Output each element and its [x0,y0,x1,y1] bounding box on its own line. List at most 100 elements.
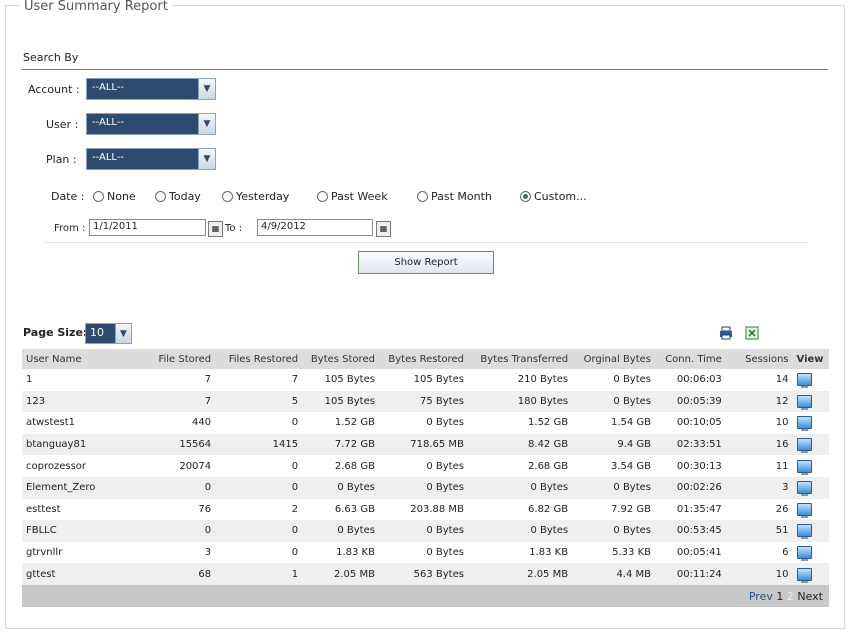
user-select[interactable]: --ALL-- ▼ [86,113,216,135]
next-link[interactable]: Next [797,590,823,603]
cell-files-restored: 0 [215,520,303,542]
pager-bar: Prev 1 2 Next [22,585,829,607]
radio-label: Past Month [431,190,492,203]
col-user-name[interactable]: User Name [22,349,147,369]
cell-original-bytes: 1.54 GB [610,417,652,429]
monitor-icon[interactable] [796,459,812,475]
monitor-icon[interactable] [796,394,812,410]
chevron-down-icon[interactable]: ▼ [115,324,131,343]
cell-bytes-transferred: 0 Bytes [467,520,573,542]
cell-files-restored: 7 [291,374,299,386]
table-row: 123 7 5 105 Bytes 75 Bytes 180 Bytes 0 Bytes 00… [22,390,829,413]
plan-select[interactable]: --ALL-- ▼ [86,148,216,170]
cell-bytes-restored: 718.65 MB [378,433,468,456]
monitor-icon[interactable] [796,481,812,497]
radio-icon[interactable] [317,191,328,202]
cell-original-bytes: 3.54 GB [610,460,652,472]
date-option-none[interactable]: None [93,190,136,203]
cell-view [793,499,829,521]
radio-label: Today [169,190,201,203]
cell-original-bytes: 0 Bytes [572,390,656,413]
radio-icon[interactable] [93,191,104,202]
col-bytes-stored[interactable]: Bytes Stored [302,349,379,369]
cell-bytes-stored: 0 Bytes [302,520,379,542]
cell-original-bytes: 4.4 MB [572,563,656,585]
excel-icon[interactable] [745,326,759,340]
page-2-link[interactable]: 2 [787,590,794,603]
page-size-select[interactable]: 10 ▼ [85,323,132,344]
cell-bytes-restored: 75 Bytes [378,390,468,413]
col-bytes-restored[interactable]: Bytes Restored [378,349,468,369]
cell-files-restored: 0 [215,476,303,499]
table-header-row: User Name File Stored Files Restored Byt… [22,349,829,369]
show-report-button[interactable]: Show Report [358,251,494,274]
cell-sessions: 3 [725,476,793,499]
plan-select-value: --ALL-- [92,152,125,163]
cell-files-restored: 1 [215,563,303,585]
chevron-down-icon[interactable]: ▼ [198,114,215,134]
radio-icon[interactable] [155,191,166,202]
to-date-input[interactable]: 4/9/2012 [257,219,373,236]
cell-original-bytes: 5.33 KB [612,547,652,559]
cell-bytes-stored: 1.83 KB [336,547,375,559]
date-option-today[interactable]: Today [155,190,201,203]
cell-bytes-stored: 105 Bytes [302,390,379,413]
account-select[interactable]: --ALL-- ▼ [86,78,216,100]
col-original-bytes[interactable]: Orginal Bytes [572,349,656,369]
cell-user-name: Element_Zero [22,476,147,499]
panel-title: User Summary Report [20,0,172,14]
col-bytes-transferred[interactable]: Bytes Transferred [467,349,573,369]
cell-conn-time: 00:53:45 [655,520,726,542]
cell-original-bytes: 0 Bytes [572,520,656,542]
radio-icon[interactable] [417,191,428,202]
cell-bytes-stored: 1.52 GB [334,417,375,429]
radio-icon[interactable] [222,191,233,202]
cell-conn-time: 00:05:39 [655,390,726,413]
cell-bytes-restored: 0 Bytes [378,476,468,499]
printer-icon[interactable] [719,326,733,340]
cell-bytes-transferred: 6.82 GB [528,503,569,515]
plan-label: Plan : [46,153,77,166]
cell-bytes-restored: 105 Bytes [413,374,464,386]
cell-conn-time: 02:33:51 [655,433,726,456]
radio-selected-icon[interactable] [520,191,531,202]
cell-sessions: 26 [775,503,789,515]
monitor-icon[interactable] [796,502,812,518]
chevron-down-icon[interactable]: ▼ [198,149,215,169]
cell-files-restored: 0 [291,417,299,429]
cell-bytes-restored: 0 Bytes [426,460,464,472]
cell-bytes-stored: 2.68 GB [334,460,375,472]
table-row: atwstest1 440 0 1.52 GB 0 Bytes 1.52 GB 1.54 G… [22,412,829,434]
table-row: btanguay81 15564 1415 7.72 GB 718.65 MB 8.42 … [22,433,829,456]
date-option-yesterday[interactable]: Yesterday [222,190,289,203]
prev-link[interactable]: Prev [749,590,773,603]
cell-user-name: atwstest1 [26,417,76,429]
chevron-down-icon[interactable]: ▼ [198,79,215,99]
date-option-custom[interactable]: Custom... [520,190,587,203]
from-date-input[interactable]: 1/1/2011 [89,219,206,236]
col-sessions[interactable]: Sessions [725,349,793,369]
radio-label: Yesterday [236,190,290,203]
page-1-link[interactable]: 1 [776,590,783,603]
col-files-restored[interactable]: Files Restored [215,349,303,369]
cell-file-stored: 440 [192,417,212,429]
monitor-icon[interactable] [796,373,812,389]
cell-sessions: 10 [775,417,789,429]
cell-sessions: 51 [725,520,793,542]
table-row: gtrvnllr 3 0 1.83 KB 0 Bytes 1.83 KB 5.33 KB 00… [22,542,829,564]
date-option-past-month[interactable]: Past Month [417,190,492,203]
col-file-stored[interactable]: File Stored [146,349,216,369]
table-row: esttest 76 2 6.63 GB 203.88 MB 6.82 GB 7.92 GB… [22,499,829,521]
monitor-icon[interactable] [796,546,812,562]
monitor-icon[interactable] [796,567,812,583]
monitor-icon[interactable] [796,438,812,454]
cell-user-name: gttest [22,563,147,585]
calendar-icon[interactable]: ▦ [376,221,391,237]
date-option-past-week[interactable]: Past Week [317,190,388,203]
col-conn-time[interactable]: Conn. Time [655,349,726,369]
monitor-icon[interactable] [796,524,812,540]
monitor-icon[interactable] [796,416,812,432]
cell-file-stored: 7 [204,374,212,386]
calendar-icon[interactable]: ▦ [208,221,223,237]
cell-files-restored: 2 [291,503,299,515]
